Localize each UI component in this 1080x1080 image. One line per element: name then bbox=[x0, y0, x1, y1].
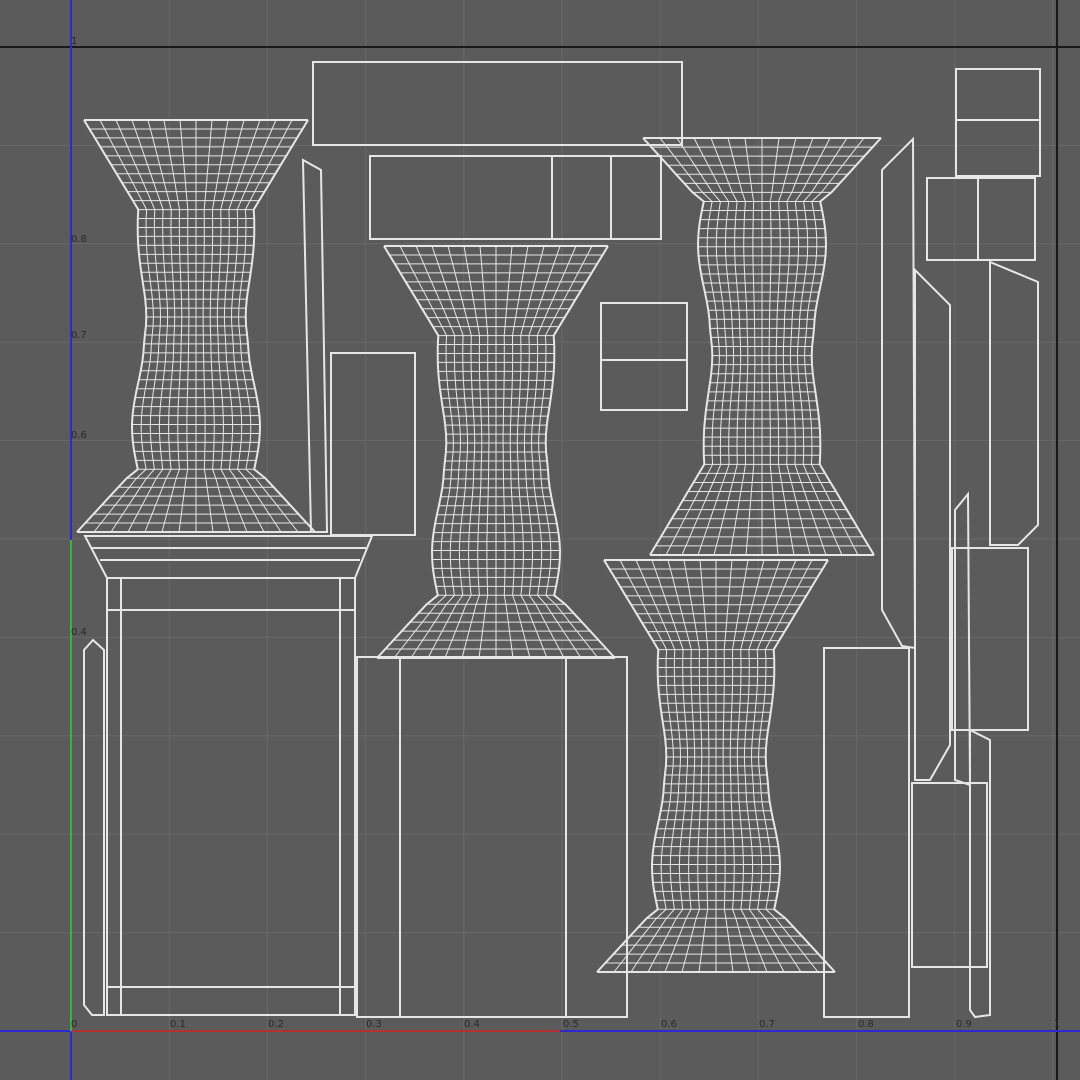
v-label-0.4: 0.4 bbox=[71, 627, 87, 638]
u-label-0.3: 0.3 bbox=[366, 1019, 382, 1030]
u-label-0.1: 0.1 bbox=[170, 1019, 186, 1030]
u-label-0.8: 0.8 bbox=[858, 1019, 874, 1030]
u-label-0.4: 0.4 bbox=[464, 1019, 480, 1030]
u-label-0.9: 0.9 bbox=[956, 1019, 972, 1030]
u-label-0.5: 0.5 bbox=[563, 1019, 579, 1030]
u-label-0.6: 0.6 bbox=[661, 1019, 677, 1030]
v-label-0.6: 0.6 bbox=[71, 430, 87, 441]
u-label-1: 1 bbox=[1054, 1019, 1060, 1030]
u-label-0.2: 0.2 bbox=[268, 1019, 284, 1030]
u-label-0: 0 bbox=[71, 1019, 77, 1030]
viewport-background bbox=[0, 0, 1080, 1080]
v-label-1: 1 bbox=[71, 36, 77, 47]
v-label-0.8: 0.8 bbox=[71, 234, 87, 245]
v-label-0.7: 0.7 bbox=[71, 330, 87, 341]
uv-editor-viewport[interactable]: 0 0.1 0.2 0.3 0.4 0.5 0.6 0.7 0.8 0.9 1 … bbox=[0, 0, 1080, 1080]
u-label-0.7: 0.7 bbox=[759, 1019, 775, 1030]
